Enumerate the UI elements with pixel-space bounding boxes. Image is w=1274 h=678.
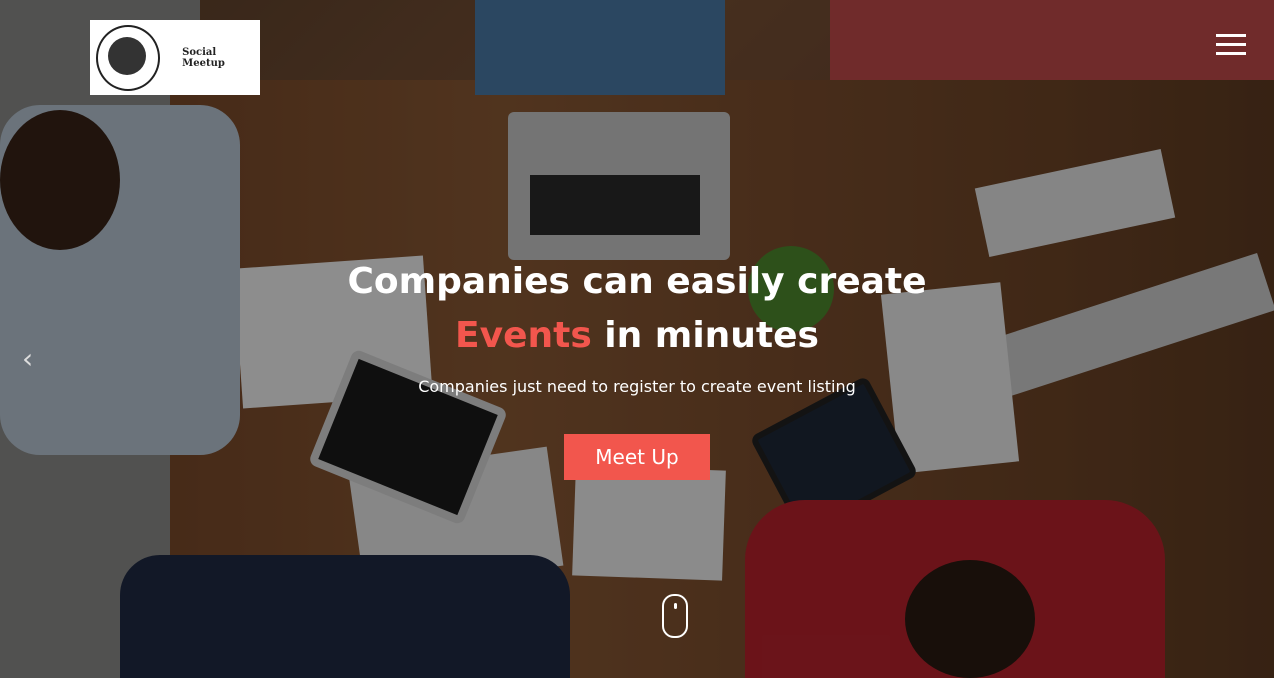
headline-accent: Events [455,315,592,356]
hero-content: Companies can easily create Events in mi… [0,255,1274,480]
menu-bar [1216,34,1246,37]
hamburger-menu-icon[interactable] [1216,34,1246,56]
globe-logo-icon [96,24,161,91]
hero-subtitle: Companies just need to register to creat… [418,377,856,396]
menu-bar [1216,43,1246,46]
headline-text: Companies can easily create [347,261,927,302]
menu-bar [1216,52,1246,55]
mouse-scroll-icon[interactable] [662,594,688,638]
logo-text: Social Meetup [182,46,225,69]
headline-text-end: in minutes [591,315,819,356]
hero-headline: Companies can easily create Events in mi… [277,255,997,363]
meet-up-button[interactable]: Meet Up [564,434,710,480]
site-logo[interactable]: Social Meetup [90,20,260,95]
